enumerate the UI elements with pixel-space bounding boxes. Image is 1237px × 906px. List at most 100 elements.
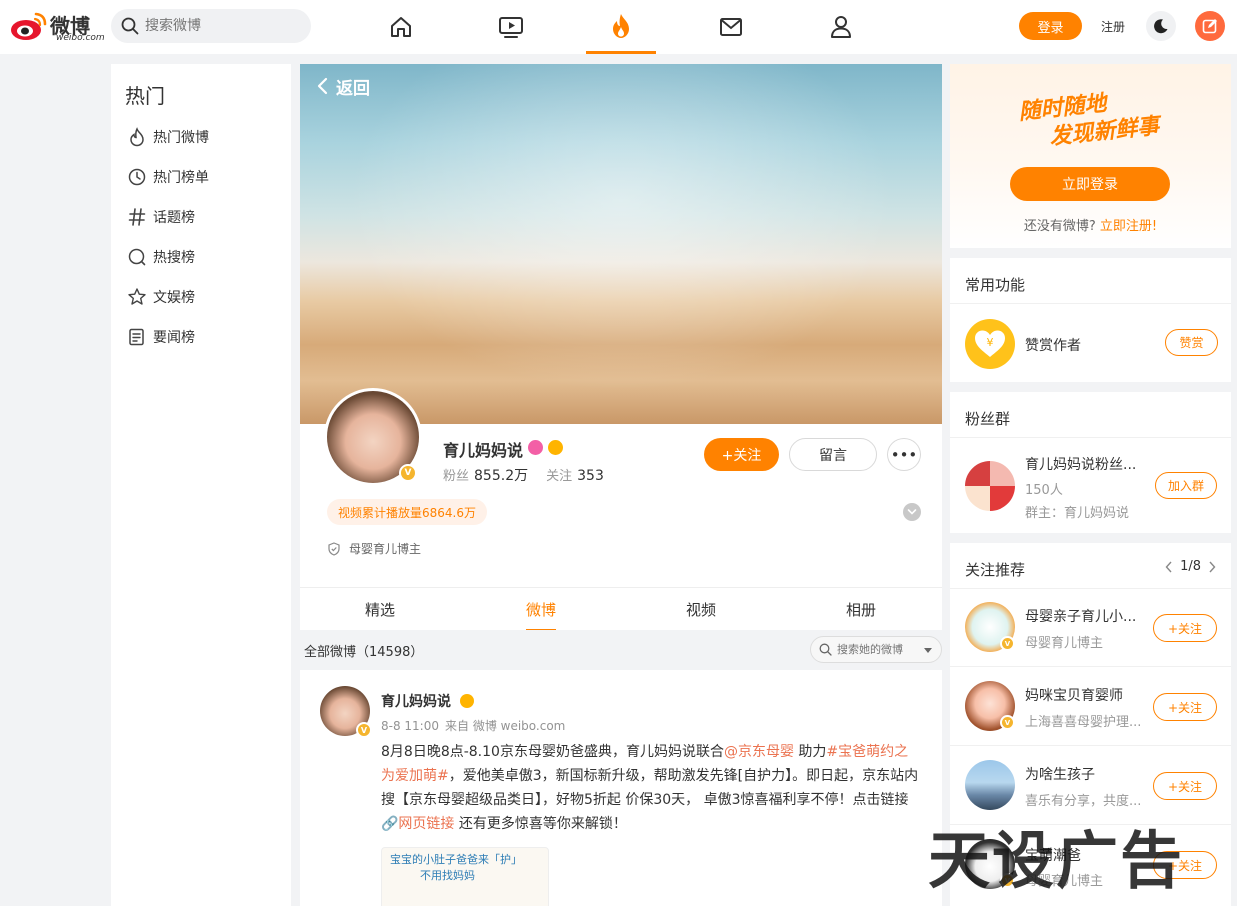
left-sidebar: 热门 热门微博 热门榜单 话题榜 热搜榜 文娱榜 要闻榜: [111, 64, 291, 906]
card-title: 常用功能: [965, 276, 1026, 294]
crown-icon: [460, 694, 474, 708]
tab-featured[interactable]: 精选: [300, 588, 460, 630]
hot-icon: [613, 13, 629, 38]
sidebar-item-label: 热门微博: [153, 130, 209, 146]
sidebar-item-topic[interactable]: 话题榜: [127, 206, 195, 228]
post-image[interactable]: 宝宝的小肚子爸爸来「护」 不用找妈妈: [381, 847, 549, 906]
mail-icon: [720, 18, 742, 36]
message-button[interactable]: 留言: [789, 438, 877, 471]
sidebar-item-entertainment[interactable]: 文娱榜: [127, 286, 195, 308]
search-icon: [819, 643, 832, 656]
sidebar-item-label: 热门榜单: [153, 170, 209, 186]
sidebar-item-label: 话题榜: [153, 210, 195, 226]
rec-follow-button[interactable]: +关注: [1153, 614, 1217, 642]
chevron-left-icon: [317, 77, 328, 95]
caret-down-icon: [924, 648, 932, 653]
nav-profile[interactable]: [806, 0, 876, 54]
register-now-link[interactable]: 立即注册!: [1100, 219, 1157, 234]
rec-name[interactable]: 为啥生孩子: [1025, 764, 1095, 784]
group-count: 150人: [1025, 483, 1063, 498]
tab-weibo[interactable]: 微博: [461, 588, 621, 630]
sidebar-item-hot-weibo[interactable]: 热门微博: [127, 126, 209, 148]
rec-sub: 母婴育儿博主: [1025, 636, 1104, 651]
moon-icon: [1154, 19, 1168, 34]
chevron-down-icon: [907, 509, 917, 515]
tab-video[interactable]: 视频: [621, 588, 781, 630]
post-text-part: 助力: [793, 744, 827, 760]
chevron-left-icon[interactable]: [1164, 560, 1174, 574]
back-button[interactable]: 返回: [316, 74, 370, 99]
search-input[interactable]: [145, 16, 295, 36]
verified-badge-icon: V: [356, 722, 372, 738]
post-time[interactable]: 8-8 11:00: [381, 719, 439, 733]
rec-name[interactable]: 妈咪宝贝育婴师: [1025, 685, 1123, 705]
weibo-eye-icon: [11, 12, 47, 40]
post-author[interactable]: 育儿妈妈说: [381, 691, 451, 711]
profile-stats: 粉丝 855.2万 关注 353: [443, 465, 622, 485]
profile-card: 返回 V 育儿妈妈说 粉丝 855.2万 关注 353 +关注 留言 ••• 视频累计…: [300, 64, 942, 630]
nav-home[interactable]: [366, 0, 436, 54]
register-link[interactable]: 注册: [1101, 18, 1125, 35]
reward-icon: ¥: [965, 319, 1015, 369]
more-button[interactable]: •••: [887, 438, 921, 471]
nav-hot[interactable]: [586, 0, 656, 54]
web-link[interactable]: 🔗网页链接: [381, 816, 454, 832]
sidebar-title: 热门: [125, 84, 165, 108]
reward-label: 赞赏作者: [1025, 338, 1081, 354]
expand-toggle[interactable]: [903, 503, 921, 521]
member-level-icon[interactable]: [528, 440, 543, 455]
post-source: 来自 微博 weibo.com: [445, 719, 566, 733]
crown-icon[interactable]: [548, 440, 563, 455]
sidebar-item-hot-list[interactable]: 热门榜单: [127, 166, 209, 188]
join-group-button[interactable]: 加入群: [1155, 472, 1217, 499]
verified-badge-icon: V: [1000, 636, 1015, 651]
fans-label: 粉丝: [443, 469, 470, 484]
post-text: 8月8日晚8点-8.10京东母婴奶爸盛典，育儿妈妈说联合@京东母婴 助力#宝爸萌…: [381, 740, 921, 836]
sidebar-item-label: 要闻榜: [153, 330, 195, 346]
all-weibo-filter[interactable]: 全部微博（14598）: [304, 641, 423, 660]
chevron-right-icon[interactable]: [1207, 560, 1217, 574]
post-search-input[interactable]: [837, 641, 921, 658]
follow-label: 关注: [546, 469, 573, 484]
profile-name: 育儿妈妈说: [443, 441, 524, 460]
logo-domain: weibo.com: [56, 33, 105, 43]
profile-icon: [831, 16, 851, 38]
reward-button[interactable]: 赞赏: [1165, 329, 1218, 356]
rec-follow-button[interactable]: +关注: [1153, 693, 1217, 721]
weibo-logo[interactable]: 微博 weibo.com: [10, 8, 105, 44]
follow-count[interactable]: 353: [577, 468, 604, 484]
global-search[interactable]: [111, 9, 311, 43]
group-name[interactable]: 育儿妈妈说粉丝...: [1025, 454, 1136, 474]
login-button[interactable]: 登录: [1019, 12, 1082, 40]
rec-avatar[interactable]: [965, 760, 1015, 810]
sidebar-item-hot-search[interactable]: 热搜榜: [127, 246, 195, 268]
rec-name[interactable]: 母婴亲子育儿小...: [1025, 606, 1136, 626]
sidebar-item-news[interactable]: 要闻榜: [127, 326, 195, 348]
dark-mode-toggle[interactable]: [1146, 11, 1176, 41]
rec-pager: 1/8: [1164, 559, 1217, 574]
fans-count[interactable]: 855.2万: [474, 468, 528, 484]
top-bar: 微博 weibo.com 登录 注册: [0, 0, 1237, 54]
search-icon: [121, 17, 139, 35]
nav-messages[interactable]: [696, 0, 766, 54]
group-avatar[interactable]: [965, 461, 1015, 511]
mention-link[interactable]: @京东母婴: [724, 744, 794, 760]
tab-album[interactable]: 相册: [781, 588, 941, 630]
rec-follow-button[interactable]: +关注: [1153, 772, 1217, 800]
profile-banner: [300, 64, 942, 424]
fans-group-card: 粉丝群 育儿妈妈说粉丝... 150人 群主：育儿妈妈说 加入群: [950, 392, 1231, 533]
group-owner: 群主：育儿妈妈说: [1025, 506, 1130, 521]
home-icon: [391, 17, 411, 37]
follow-button[interactable]: +关注: [704, 438, 779, 471]
compose-button[interactable]: [1195, 11, 1225, 41]
video-icon: [499, 17, 523, 38]
hashtag-icon: [128, 208, 146, 226]
post-search[interactable]: [810, 636, 942, 663]
search-rank-icon: [128, 248, 146, 266]
post-text-part: 8月8日晚8点-8.10京东母婴奶爸盛典，育儿妈妈说联合: [381, 744, 724, 760]
star-icon: [128, 288, 146, 305]
nav-video[interactable]: [476, 0, 546, 54]
news-icon: [129, 328, 144, 346]
post-text-part: 还有更多惊喜等你来解锁！: [454, 816, 627, 832]
promo-login-button[interactable]: 立即登录: [1010, 167, 1170, 201]
